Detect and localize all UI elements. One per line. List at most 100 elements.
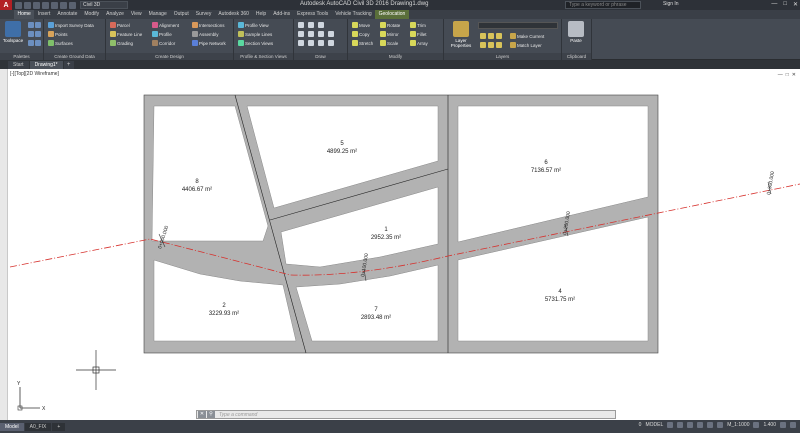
customize-icon[interactable] bbox=[790, 422, 796, 428]
tab-express-tools[interactable]: Express Tools bbox=[294, 10, 332, 19]
tab-survey[interactable]: Survey bbox=[192, 10, 215, 19]
toolspace-button[interactable]: Toolspace bbox=[2, 21, 24, 49]
surfaces-button[interactable]: Surfaces bbox=[48, 39, 73, 47]
grading-button[interactable]: Grading bbox=[110, 39, 133, 47]
panel-label[interactable]: Palettes bbox=[0, 53, 43, 60]
line-icon[interactable] bbox=[298, 22, 304, 28]
close-command-icon[interactable]: ✕ bbox=[198, 411, 206, 418]
profile-view-button[interactable]: Profile View bbox=[238, 21, 269, 29]
tab-manage[interactable]: Manage bbox=[145, 10, 170, 19]
pipe-network-button[interactable]: Pipe Network bbox=[192, 39, 226, 47]
palette-icon[interactable] bbox=[28, 40, 34, 46]
tab-add-ins[interactable]: Add-ins bbox=[270, 10, 294, 19]
scale-button[interactable]: Scale bbox=[380, 39, 398, 47]
snap-icon[interactable] bbox=[677, 422, 684, 428]
arc-icon[interactable] bbox=[318, 22, 324, 28]
tab-autodesk-360[interactable]: Autodesk 360 bbox=[215, 10, 253, 19]
ellipse-icon[interactable] bbox=[298, 40, 304, 46]
palette-icon[interactable] bbox=[28, 22, 34, 28]
feature-line-button[interactable]: Feature Line bbox=[110, 30, 142, 38]
trim-button[interactable]: Trim bbox=[410, 21, 426, 29]
polar-icon[interactable] bbox=[697, 422, 704, 428]
make-current-button[interactable]: Make Current bbox=[510, 32, 544, 40]
tab-layout[interactable]: A0_FIX bbox=[24, 422, 52, 431]
layer-icon[interactable] bbox=[488, 33, 494, 39]
tab-insert[interactable]: Insert bbox=[34, 10, 54, 19]
tab-drawing1[interactable]: Drawing1* bbox=[29, 61, 63, 69]
intersections-button[interactable]: Intersections bbox=[192, 21, 225, 29]
copy-button[interactable]: Copy bbox=[352, 30, 370, 38]
parcel-button[interactable]: Parcel bbox=[110, 21, 130, 29]
model-space-toggle[interactable]: MODEL bbox=[645, 422, 663, 428]
panel-label[interactable]: Create Ground Data bbox=[44, 53, 105, 60]
tab-output[interactable]: Output bbox=[170, 10, 192, 19]
paste-button[interactable]: Paste bbox=[565, 21, 587, 49]
point-icon[interactable] bbox=[318, 40, 324, 46]
parcel-drawing[interactable]: 0+000.000 0+100.000 0+200.000 0+300.000 … bbox=[0, 69, 800, 420]
text-icon[interactable] bbox=[328, 31, 334, 37]
tab-geolocation[interactable]: Geolocation bbox=[375, 10, 409, 19]
layer-icon[interactable] bbox=[496, 33, 502, 39]
application-menu-button[interactable]: A bbox=[0, 0, 12, 10]
hatch-icon[interactable] bbox=[318, 31, 324, 37]
redo-icon[interactable] bbox=[69, 1, 76, 9]
workspace-dropdown[interactable]: Civil 3D bbox=[80, 1, 128, 9]
settings-icon[interactable] bbox=[753, 422, 760, 428]
maximize-button[interactable]: □ bbox=[783, 1, 787, 8]
layer-properties-button[interactable]: Layer Properties bbox=[448, 21, 474, 49]
move-button[interactable]: Move bbox=[352, 21, 370, 29]
sample-lines-button[interactable]: Sample Lines bbox=[238, 30, 272, 38]
import-survey-data-button[interactable]: Import Survey Data bbox=[48, 21, 94, 29]
search-command-icon[interactable]: ⚲ bbox=[207, 411, 215, 418]
alignment-button[interactable]: Alignment bbox=[152, 21, 179, 29]
tab-home[interactable]: Home bbox=[14, 10, 35, 19]
mirror-button[interactable]: Mirror bbox=[380, 30, 399, 38]
plot-icon[interactable] bbox=[51, 1, 58, 9]
rotate-button[interactable]: Rotate bbox=[380, 21, 400, 29]
profile-button[interactable]: Profile bbox=[152, 30, 172, 38]
palette-icon[interactable] bbox=[28, 31, 34, 37]
corridor-button[interactable]: Corridor bbox=[152, 39, 175, 47]
panel-label[interactable]: Modify bbox=[348, 53, 443, 60]
tab-annotate[interactable]: Annotate bbox=[54, 10, 81, 19]
circle-icon[interactable] bbox=[298, 31, 304, 37]
layer-icon[interactable] bbox=[496, 42, 502, 48]
tab-view[interactable]: View bbox=[127, 10, 145, 19]
viewport-label[interactable]: [-][Top][2D Wireframe] bbox=[10, 71, 59, 77]
minimize-button[interactable]: — bbox=[771, 1, 777, 8]
tab-model[interactable]: Model bbox=[0, 422, 24, 431]
match-layer-button[interactable]: Match Layer bbox=[510, 41, 542, 49]
array-button[interactable]: Array bbox=[410, 39, 428, 47]
workspace-icon[interactable] bbox=[780, 422, 786, 428]
tab-modify[interactable]: Modify bbox=[81, 10, 103, 19]
panel-label[interactable]: Create Design bbox=[106, 53, 233, 60]
lineweight-icon[interactable] bbox=[717, 422, 724, 428]
spline-icon[interactable] bbox=[308, 40, 314, 46]
panel-label[interactable]: Draw bbox=[294, 53, 347, 60]
block-icon[interactable] bbox=[328, 40, 334, 46]
layer-icon[interactable] bbox=[480, 33, 486, 39]
layer-dropdown[interactable] bbox=[478, 22, 558, 29]
command-input[interactable]: Type a command bbox=[219, 412, 257, 418]
close-button[interactable]: ✕ bbox=[793, 1, 798, 8]
save-icon[interactable] bbox=[33, 1, 40, 9]
section-views-button[interactable]: Section Views bbox=[238, 39, 273, 47]
points-button[interactable]: Points bbox=[48, 30, 68, 38]
annotation-scale[interactable]: M_1:1000 bbox=[727, 422, 749, 428]
sign-in-button[interactable]: Sign In bbox=[663, 1, 679, 7]
osnap-icon[interactable] bbox=[707, 422, 714, 428]
new-tab-button[interactable]: + bbox=[63, 61, 74, 69]
panel-label[interactable]: Layers bbox=[444, 53, 561, 60]
tab-vehicle-tracking[interactable]: Vehicle Tracking bbox=[332, 10, 375, 19]
open-icon[interactable] bbox=[24, 1, 31, 9]
layer-icon[interactable] bbox=[480, 42, 486, 48]
tab-analyze[interactable]: Analyze bbox=[103, 10, 128, 19]
tab-help[interactable]: Help bbox=[252, 10, 269, 19]
fillet-button[interactable]: Fillet bbox=[410, 30, 427, 38]
new-icon[interactable] bbox=[15, 1, 22, 9]
palette-icon[interactable] bbox=[35, 22, 41, 28]
search-input[interactable]: Type a keyword or phrase bbox=[565, 1, 641, 9]
polyline-icon[interactable] bbox=[308, 22, 314, 28]
panel-label[interactable]: Profile & Section Views bbox=[234, 53, 293, 60]
grid-icon[interactable] bbox=[667, 422, 674, 428]
